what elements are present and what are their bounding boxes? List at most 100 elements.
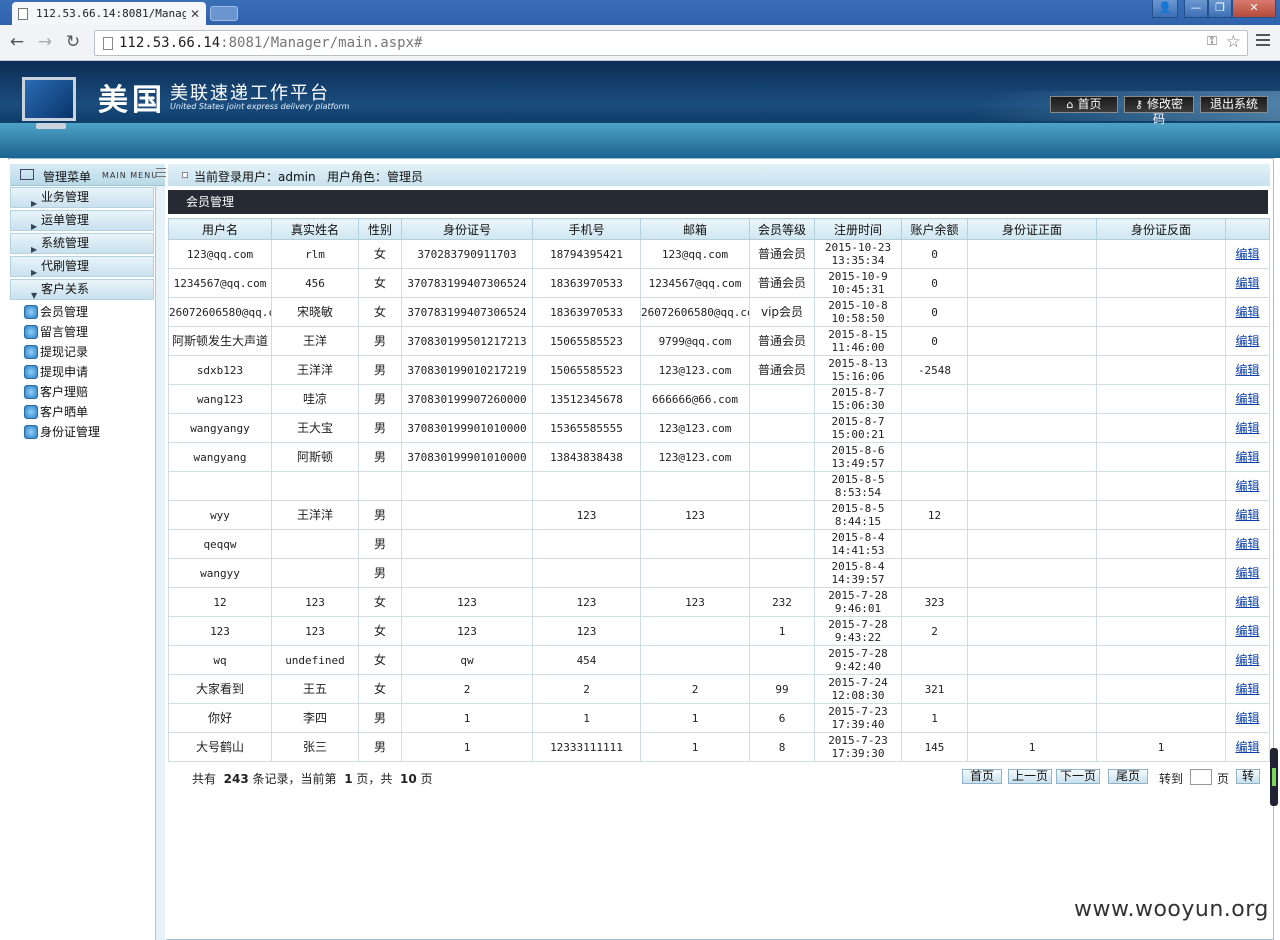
tab-title: 112.53.66.14:8081/Manag — [36, 7, 186, 20]
next-page-button[interactable]: 下一页 — [1056, 769, 1100, 784]
change-password-button[interactable]: ⚷ 修改密码 — [1124, 96, 1194, 126]
browser-tab[interactable]: 112.53.66.14:8081/Manag ✕ — [12, 2, 206, 25]
reload-icon[interactable]: ↻ — [62, 31, 84, 53]
forward-arrow-icon[interactable]: → — [34, 31, 56, 53]
last-page-button[interactable]: 尾页 — [1108, 769, 1148, 784]
edit-link[interactable]: 编辑 — [1235, 566, 1259, 580]
edit-link[interactable]: 编辑 — [1235, 421, 1259, 435]
table-cell: 2 — [401, 674, 533, 704]
table-cell — [901, 529, 968, 559]
registration-time: 13:49:57 — [831, 457, 885, 470]
edit-link[interactable]: 编辑 — [1235, 653, 1259, 667]
minimize-button[interactable]: — — [1184, 0, 1208, 18]
table-cell: 男 — [358, 355, 402, 385]
collapse-lines-icon[interactable] — [156, 168, 166, 180]
table-cell — [271, 471, 359, 501]
column-header: 身份证反面 — [1096, 218, 1226, 240]
sidebar-item-member[interactable]: 会员管理 — [24, 303, 88, 321]
edit-link[interactable]: 编辑 — [1235, 363, 1259, 377]
sidebar-group-system[interactable]: ▶ 系统管理 — [10, 233, 154, 254]
edit-link[interactable]: 编辑 — [1235, 392, 1259, 406]
prev-page-button[interactable]: 上一页 — [1008, 769, 1052, 784]
edit-cell: 编辑 — [1225, 529, 1270, 559]
table-cell: wangyy — [168, 558, 272, 588]
registration-time: 15:00:21 — [831, 428, 885, 441]
sidebar-item-withdraw-records[interactable]: 提现记录 — [24, 343, 88, 361]
table-row: wangyy 男 2015-8-4 14:39:57 编辑 — [168, 558, 1270, 588]
sidebar-item-withdraw-apply[interactable]: 提现申请 — [24, 363, 88, 381]
registration-date: 2015-8-7 — [831, 415, 885, 428]
edit-link[interactable]: 编辑 — [1235, 711, 1259, 725]
registration-time: 11:46:00 — [831, 341, 885, 354]
table-cell — [358, 471, 402, 501]
home-button[interactable]: ⌂ 首页 — [1050, 96, 1118, 113]
go-button[interactable]: 转 — [1236, 769, 1260, 784]
sidebar-item-message[interactable]: 留言管理 — [24, 323, 88, 341]
sidebar-item-id-cards[interactable]: 身份证管理 — [24, 423, 100, 441]
edit-link[interactable]: 编辑 — [1235, 537, 1259, 551]
registration-date: 2015-10-8 — [828, 299, 888, 312]
edit-link[interactable]: 编辑 — [1235, 334, 1259, 348]
scroll-indicator[interactable] — [1270, 748, 1278, 806]
table-cell: 1 — [749, 616, 815, 646]
table-cell — [1096, 355, 1226, 385]
table-cell — [401, 500, 533, 530]
edit-cell: 编辑 — [1225, 587, 1270, 617]
total-count: 243 — [223, 772, 249, 786]
tab-close-icon[interactable]: ✕ — [190, 7, 200, 21]
sidebar-group-proxy[interactable]: ▶ 代刷管理 — [10, 256, 154, 277]
bookmark-star-icon[interactable]: ☆ — [1226, 32, 1241, 52]
table-cell — [901, 558, 968, 588]
table-cell: 18794395421 — [532, 239, 641, 269]
table-cell: 0 — [901, 239, 968, 269]
edit-link[interactable]: 编辑 — [1235, 479, 1259, 493]
registration-date: 2015-7-28 — [828, 618, 888, 631]
registration-time-cell: 2015-8-5 8:44:15 — [814, 500, 902, 530]
globe-icon — [24, 405, 38, 419]
profile-icon[interactable]: 👤 — [1152, 0, 1178, 18]
edit-link[interactable]: 编辑 — [1235, 682, 1259, 696]
sidebar-splitter[interactable] — [155, 186, 165, 940]
sidebar-item-reviews[interactable]: 客户晒单 — [24, 403, 88, 421]
table-cell: 456 — [271, 268, 359, 298]
browser-toolbar: ← → ↻ 112.53.66.14:8081/Manager/main.asp… — [0, 25, 1280, 61]
sidebar-item-claims[interactable]: 客户理赔 — [24, 383, 88, 401]
maximize-button[interactable]: ❐ — [1208, 0, 1232, 18]
table-cell — [168, 471, 272, 501]
address-bar[interactable]: 112.53.66.14:8081/Manager/main.aspx# ⚿ ☆ — [94, 30, 1248, 56]
edit-link[interactable]: 编辑 — [1235, 508, 1259, 522]
back-arrow-icon[interactable]: ← — [6, 31, 28, 53]
sidebar-group-customer[interactable]: ▼ 客户关系 — [10, 279, 154, 300]
table-cell — [640, 645, 750, 675]
edit-link[interactable]: 编辑 — [1235, 450, 1259, 464]
table-cell — [1096, 674, 1226, 704]
edit-link[interactable]: 编辑 — [1235, 247, 1259, 261]
edit-link[interactable]: 编辑 — [1235, 595, 1259, 609]
sidebar-group-business[interactable]: ▶ 业务管理 — [10, 187, 154, 208]
table-header-row: 用户名 真实姓名 性别 身份证号 手机号 邮箱 会员等级 注册时间 账户余额 身份证正面 身份证反面 — [168, 218, 1270, 240]
goto-page-input[interactable] — [1190, 769, 1212, 785]
table-cell: 12 — [901, 500, 968, 530]
logout-button[interactable]: 退出系统 — [1200, 96, 1268, 113]
edit-cell: 编辑 — [1225, 674, 1270, 704]
first-page-button[interactable]: 首页 — [962, 769, 1002, 784]
column-header: 真实姓名 — [271, 218, 359, 240]
table-cell: 15065585523 — [532, 355, 641, 385]
edit-link[interactable]: 编辑 — [1235, 624, 1259, 638]
table-cell: 女 — [358, 616, 402, 646]
edit-link[interactable]: 编辑 — [1235, 276, 1259, 290]
sidebar-group-waybill[interactable]: ▶ 运单管理 — [10, 210, 154, 231]
registration-time: 12:08:30 — [831, 689, 885, 702]
close-window-button[interactable]: ✕ — [1232, 0, 1276, 18]
table-cell: 123@123.com — [640, 442, 750, 472]
table-cell — [401, 558, 533, 588]
table-cell: 女 — [358, 674, 402, 704]
edit-cell: 编辑 — [1225, 471, 1270, 501]
table-cell: rlm — [271, 239, 359, 269]
edit-link[interactable]: 编辑 — [1235, 305, 1259, 319]
wrench-icon[interactable]: ⚿ — [1207, 34, 1217, 49]
table-cell: 123@qq.com — [168, 239, 272, 269]
new-tab-button[interactable] — [210, 6, 238, 21]
browser-menu-icon[interactable] — [1256, 34, 1270, 49]
edit-link[interactable]: 编辑 — [1235, 740, 1259, 754]
